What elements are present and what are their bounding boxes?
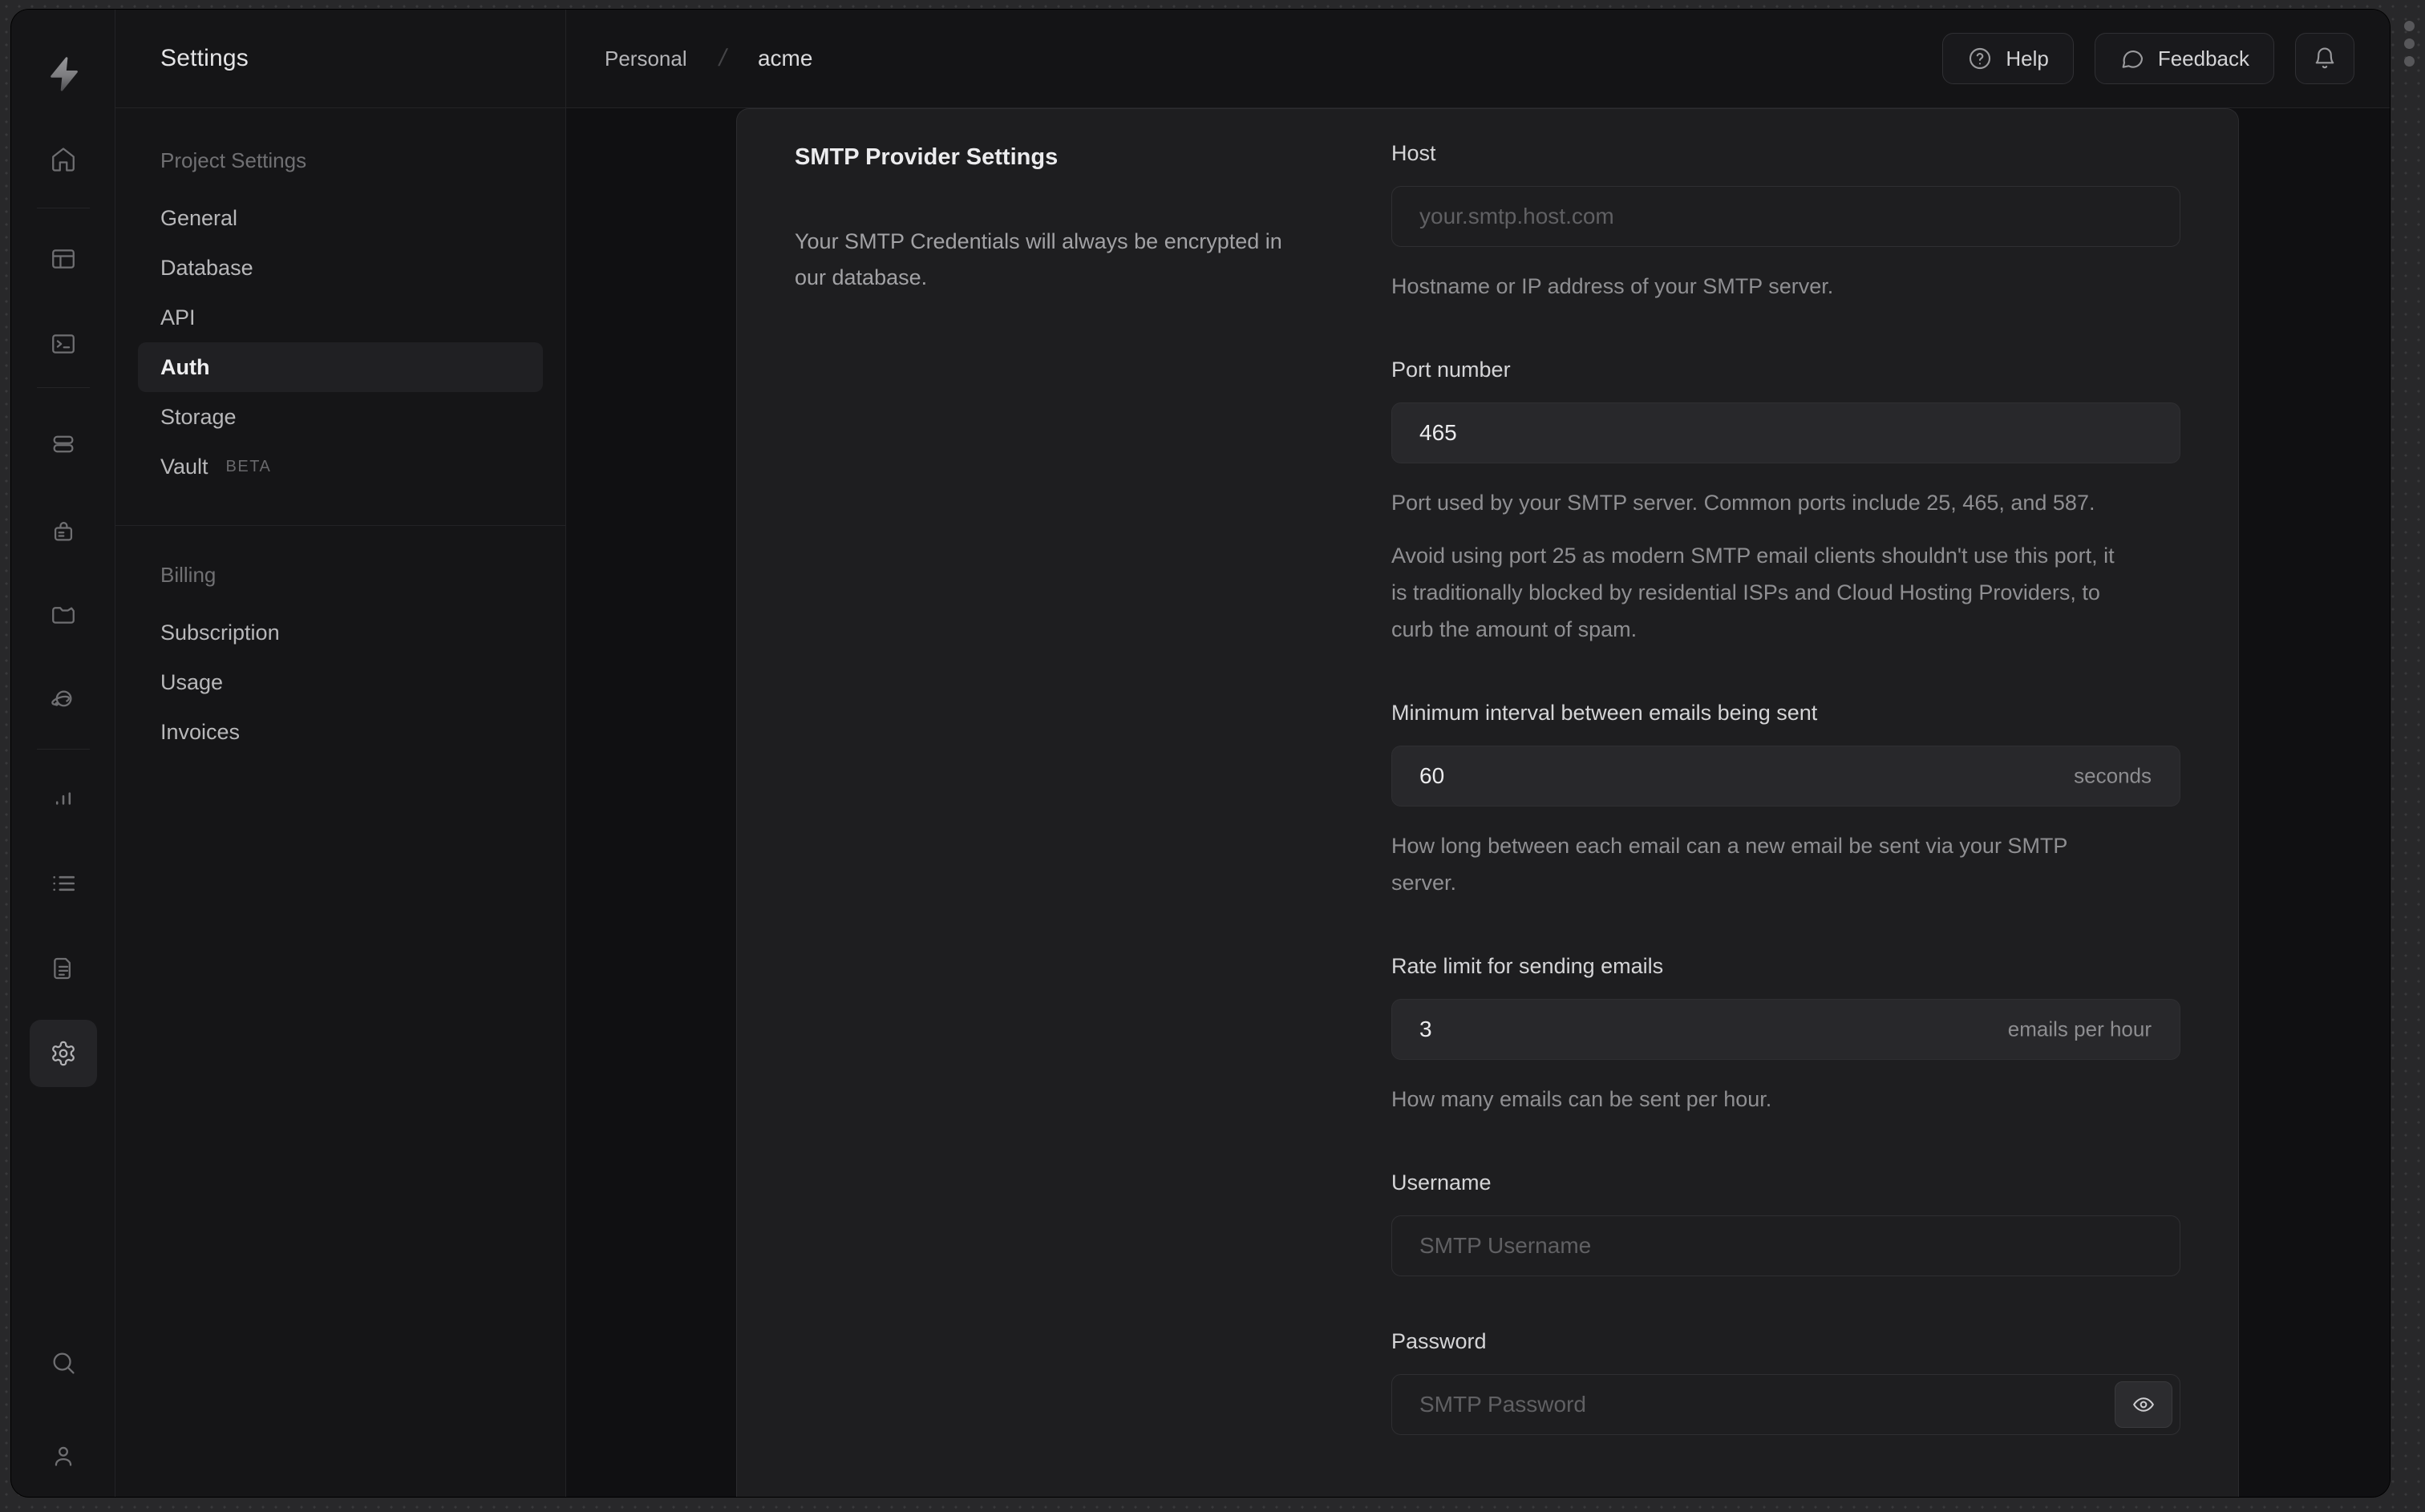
breadcrumb: Personal / acme xyxy=(605,45,812,72)
port-input[interactable] xyxy=(1391,402,2180,463)
smtp-card-info: SMTP Provider Settings Your SMTP Credent… xyxy=(795,109,1292,1497)
rate-limit-field: Rate limit for sending emails emails per… xyxy=(1391,952,2180,1118)
rate-limit-label: Rate limit for sending emails xyxy=(1391,954,1664,978)
main-area: Personal / acme Help Feedback SMTP Provi… xyxy=(566,10,2390,1497)
database-icon[interactable] xyxy=(30,410,97,478)
icon-rail xyxy=(11,10,115,1497)
sidebar-item-database[interactable]: Database xyxy=(138,243,543,293)
feedback-bubble-icon xyxy=(2122,51,2143,68)
rate-limit-helper: How many emails can be sent per hour. xyxy=(1391,1087,1772,1111)
sidebar-item-api[interactable]: API xyxy=(138,293,543,342)
settings-nav: Project Settings General Database API Au… xyxy=(115,108,565,757)
table-editor-icon[interactable] xyxy=(30,225,97,293)
nav-section-heading: Project Settings xyxy=(160,148,307,172)
settings-sidebar-header: Settings xyxy=(115,10,565,108)
host-label: Host xyxy=(1391,141,1436,165)
sidebar-item-invoices[interactable]: Invoices xyxy=(138,707,543,757)
sidebar-item-vault[interactable]: Vault BETA xyxy=(138,442,543,491)
port-helper-2: Avoid using port 25 as modern SMTP email… xyxy=(1391,544,2115,641)
nav-section-heading: Billing xyxy=(160,563,217,587)
window-scrollbar-dots xyxy=(2404,21,2415,67)
breadcrumb-separator: / xyxy=(716,45,729,71)
password-field: Password xyxy=(1391,1328,2180,1435)
docs-icon[interactable] xyxy=(30,935,97,1002)
bell-icon xyxy=(2315,47,2334,69)
eye-icon xyxy=(2133,1397,2154,1412)
smtp-section-title: SMTP Provider Settings xyxy=(795,144,1059,170)
search-icon[interactable] xyxy=(30,1329,97,1397)
app-window: Settings Project Settings General Databa… xyxy=(11,10,2390,1497)
interval-field: Minimum interval between emails being se… xyxy=(1391,699,2180,901)
password-label: Password xyxy=(1391,1329,1487,1353)
logs-icon[interactable] xyxy=(30,850,97,917)
beta-badge: BETA xyxy=(225,458,272,475)
rail-divider xyxy=(36,749,90,750)
topbar-actions: Help Feedback xyxy=(1942,33,2354,84)
port-label: Port number xyxy=(1391,358,1511,382)
rate-limit-input[interactable] xyxy=(1391,999,2180,1060)
sql-editor-icon[interactable] xyxy=(30,310,97,378)
settings-gear-icon[interactable] xyxy=(29,1020,97,1087)
nav-divider xyxy=(115,525,565,526)
reports-icon[interactable] xyxy=(30,765,97,832)
edge-functions-icon[interactable] xyxy=(30,665,97,733)
page-title: Settings xyxy=(160,45,249,71)
settings-sidebar: Settings Project Settings General Databa… xyxy=(115,10,566,1497)
breadcrumb-org[interactable]: Personal xyxy=(605,46,687,71)
content-area: SMTP Provider Settings Your SMTP Credent… xyxy=(566,108,2390,1497)
password-reveal-eye-button[interactable] xyxy=(2115,1381,2172,1428)
username-field: Username xyxy=(1391,1169,2180,1276)
username-label: Username xyxy=(1391,1170,1492,1195)
storage-icon[interactable] xyxy=(30,580,97,648)
username-input[interactable] xyxy=(1391,1215,2180,1276)
sidebar-item-general[interactable]: General xyxy=(138,193,543,243)
rail-divider xyxy=(36,387,90,388)
smtp-settings-card: SMTP Provider Settings Your SMTP Credent… xyxy=(736,108,2239,1497)
interval-input[interactable] xyxy=(1391,746,2180,807)
interval-helper: How long between each email can a new em… xyxy=(1391,834,2067,895)
home-icon[interactable] xyxy=(30,126,97,193)
smtp-section-description: Your SMTP Credentials will always be enc… xyxy=(795,229,1282,289)
interval-label: Minimum interval between emails being se… xyxy=(1391,701,1818,725)
password-input[interactable] xyxy=(1391,1374,2180,1435)
help-button[interactable]: Help xyxy=(1942,33,2074,84)
port-field: Port number Port used by your SMTP serve… xyxy=(1391,356,2180,648)
user-profile-icon[interactable] xyxy=(30,1422,97,1490)
host-helper: Hostname or IP address of your SMTP serv… xyxy=(1391,274,1834,298)
sidebar-item-auth[interactable]: Auth xyxy=(138,342,543,392)
sidebar-item-storage[interactable]: Storage xyxy=(138,392,543,442)
supabase-logo-icon[interactable] xyxy=(41,51,86,96)
feedback-button[interactable]: Feedback xyxy=(2094,33,2274,84)
sidebar-item-subscription[interactable]: Subscription xyxy=(138,608,543,657)
topbar: Personal / acme Help Feedback xyxy=(566,10,2390,108)
host-input[interactable] xyxy=(1391,186,2180,247)
auth-lock-icon[interactable] xyxy=(30,497,97,564)
port-helper-1: Port used by your SMTP server. Common po… xyxy=(1391,491,2095,515)
breadcrumb-project[interactable]: acme xyxy=(758,46,812,71)
smtp-form: Host Hostname or IP address of your SMTP… xyxy=(1391,109,2180,1497)
host-field: Host Hostname or IP address of your SMTP… xyxy=(1391,139,2180,305)
help-circle-icon xyxy=(1970,47,1991,70)
notifications-bell-button[interactable] xyxy=(2295,33,2354,84)
sidebar-item-usage[interactable]: Usage xyxy=(138,657,543,707)
